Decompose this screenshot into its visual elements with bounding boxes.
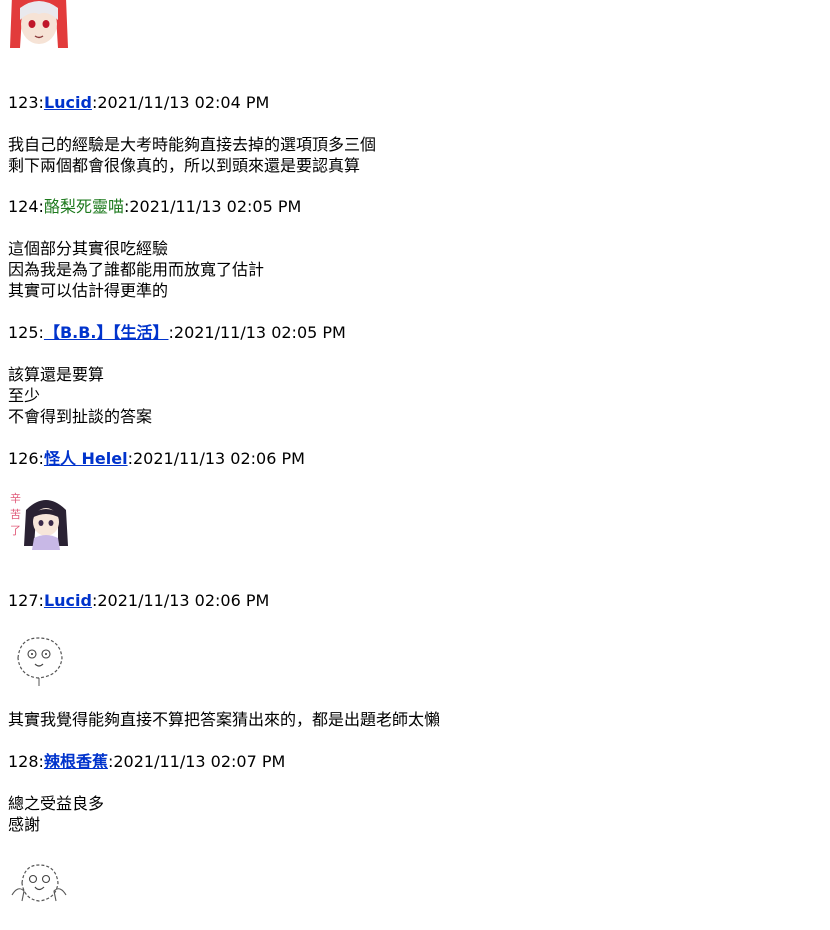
- avatar-anime-girl-red: [8, 0, 70, 48]
- post-number: 126: [8, 449, 39, 468]
- post-header-127: 127:Lucid:2021/11/13 02:06 PM: [8, 590, 269, 611]
- poster-name-link[interactable]: Lucid: [44, 93, 92, 112]
- post-number: 125: [8, 323, 39, 342]
- svg-text:辛: 辛: [10, 491, 21, 505]
- avatar-anime-girl-dark-hair: 辛 苦 了: [8, 488, 70, 550]
- post-header-126: 126:怪人 Helel:2021/11/13 02:06 PM: [8, 448, 305, 469]
- post-header-123: 123:Lucid:2021/11/13 02:04 PM: [8, 92, 269, 113]
- post-text-line: 至少: [8, 386, 41, 405]
- post-body-124: 這個部分其實很吃經驗 因為我是為了誰都能用而放寬了估計 其實可以估計得更準的: [8, 238, 264, 301]
- poster-name-link[interactable]: 【B.B.】【生活】: [44, 323, 169, 342]
- post-datetime: 2021/11/13 02:06 PM: [132, 449, 305, 468]
- post-datetime: 2021/11/13 02:07 PM: [113, 752, 286, 771]
- post-header-128: 128:辣根香蕉:2021/11/13 02:07 PM: [8, 751, 285, 772]
- post-text-line: 因為我是為了誰都能用而放寬了估計: [8, 260, 265, 279]
- svg-text:苦: 苦: [10, 508, 21, 521]
- post-body-127: 其實我覺得能夠直接不算把答案猜出來的，都是出題老師太懶: [8, 709, 440, 730]
- post-text-line: 這個部分其實很吃經驗: [8, 239, 169, 258]
- post-datetime: 2021/11/13 02:06 PM: [97, 591, 270, 610]
- post-text-line: 其實我覺得能夠直接不算把答案猜出來的，都是出題老師太懶: [8, 710, 441, 729]
- post-number: 128: [8, 752, 39, 771]
- poster-name-link[interactable]: Lucid: [44, 591, 92, 610]
- post-text-line: 剩下兩個都會很像真的，所以到頭來還是要認真算: [8, 156, 361, 175]
- poster-name-link[interactable]: 怪人 Helel: [44, 449, 128, 468]
- post-number: 123: [8, 93, 39, 112]
- emoticon-sketch-face-icon: [8, 628, 70, 690]
- post-text-line: 總之受益良多: [8, 794, 105, 813]
- post-body-125: 該算還是要算 至少 不會得到扯談的答案: [8, 364, 152, 427]
- post-text-line: 其實可以估計得更準的: [8, 281, 169, 300]
- post-header-125: 125:【B.B.】【生活】:2021/11/13 02:05 PM: [8, 322, 346, 343]
- emoticon-sketch-hands-face-icon: [8, 855, 70, 917]
- post-datetime: 2021/11/13 02:04 PM: [97, 93, 270, 112]
- post-datetime: 2021/11/13 02:05 PM: [173, 323, 346, 342]
- post-text-line: 感謝: [8, 815, 41, 834]
- post-number: 124: [8, 197, 39, 216]
- post-body-123: 我自己的經驗是大考時能夠直接去掉的選項頂多三個 剩下兩個都會很像真的，所以到頭來…: [8, 134, 376, 176]
- post-text-line: 不會得到扯談的答案: [8, 407, 153, 426]
- poster-name-link[interactable]: 辣根香蕉: [44, 752, 108, 771]
- post-body-128: 總之受益良多 感謝: [8, 793, 104, 835]
- post-datetime: 2021/11/13 02:05 PM: [129, 197, 302, 216]
- post-header-124: 124:酪梨死靈喵:2021/11/13 02:05 PM: [8, 196, 301, 217]
- post-text-line: 該算還是要算: [8, 365, 105, 384]
- poster-name: 酪梨死靈喵: [43, 197, 124, 216]
- post-text-line: 我自己的經驗是大考時能夠直接去掉的選項頂多三個: [8, 135, 377, 154]
- svg-text:了: 了: [10, 524, 21, 537]
- post-number: 127: [8, 591, 39, 610]
